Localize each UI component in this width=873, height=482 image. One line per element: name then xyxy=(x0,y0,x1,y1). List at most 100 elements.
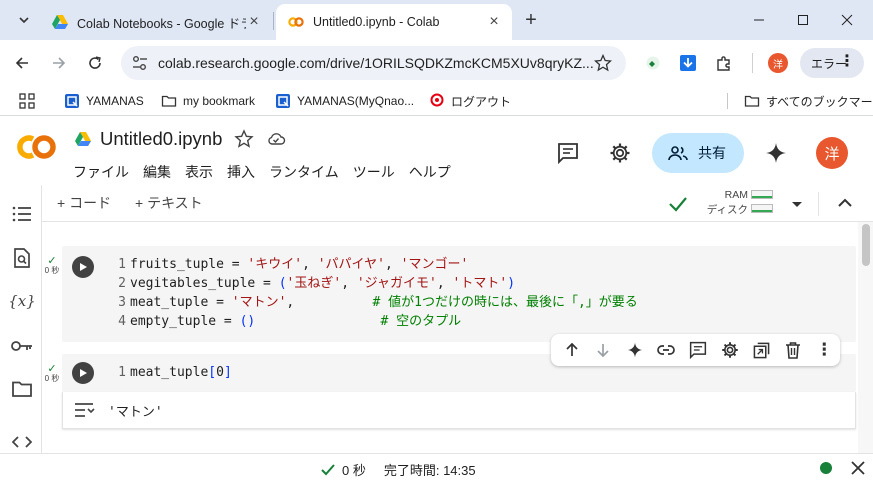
maximize-window-button[interactable] xyxy=(791,8,815,32)
code-editor[interactable]: 1 fruits_tuple = 'キウイ', 'パパイヤ', 'マンゴー' 2 ve… xyxy=(112,255,638,331)
cell-exec-time: 0 秒 xyxy=(44,374,60,383)
menu-help[interactable]: ヘルプ xyxy=(409,162,451,182)
more-vert-icon[interactable]: ⋮ xyxy=(839,54,855,70)
more-actions-button[interactable]: ⋮ xyxy=(809,336,841,364)
share-button[interactable]: 共有 xyxy=(652,133,744,173)
bookmark-label: YAMANAS(MyQnao... xyxy=(297,94,415,108)
comments-button[interactable] xyxy=(556,141,580,165)
minimize-window-button[interactable] xyxy=(747,8,771,32)
files-button[interactable] xyxy=(11,378,33,400)
cell-settings-button[interactable] xyxy=(714,336,746,364)
address-bar[interactable]: colab.research.google.com/drive/1ORILSQD… xyxy=(121,46,626,80)
code-editor[interactable]: 1 meat_tuple[0] xyxy=(112,363,232,382)
download-icon[interactable] xyxy=(677,52,699,74)
tab-search-button[interactable] xyxy=(13,9,35,31)
add-comment-button[interactable] xyxy=(682,336,714,364)
user-avatar[interactable]: 洋 xyxy=(816,137,848,169)
move-cell-up-button[interactable] xyxy=(556,336,588,364)
menu-insert[interactable]: 挿入 xyxy=(227,162,255,182)
close-window-button[interactable] xyxy=(835,8,859,32)
execution-status[interactable]: 0 秒 完了時間: 14:35 xyxy=(320,460,476,479)
tab-colab-notebooks[interactable]: Colab Notebooks - Google ドラ × xyxy=(40,4,272,40)
bookmark-my-bookmark[interactable]: my bookmark xyxy=(161,92,255,110)
comment-icon xyxy=(689,341,707,359)
apps-button[interactable] xyxy=(19,92,35,110)
notebook-scrollbar[interactable] xyxy=(858,222,873,453)
menu-bar: ファイル 編集 表示 挿入 ランタイム ツール ヘルプ xyxy=(73,162,465,182)
cloud-saved-icon[interactable] xyxy=(266,129,286,149)
gemini-button[interactable] xyxy=(764,141,788,165)
chevron-up-icon[interactable] xyxy=(834,192,856,214)
reload-button[interactable] xyxy=(82,50,108,76)
bookmark-yamanas-myqnao[interactable]: YAMANAS(MyQnao... xyxy=(275,92,414,110)
code-line[interactable]: 1 fruits_tuple = 'キウイ', 'パパイヤ', 'マンゴー' xyxy=(112,255,638,274)
code-text: fruits_tuple = 'キウイ', 'パパイヤ', 'マンゴー' xyxy=(130,257,469,272)
connection-status-dot[interactable] xyxy=(820,462,832,474)
code-text: empty_tuple = () # 空のタプル xyxy=(130,314,462,329)
bookmark-yamanas[interactable]: YAMANAS xyxy=(64,92,144,110)
forward-button[interactable] xyxy=(46,50,72,76)
menu-edit[interactable]: 編集 xyxy=(143,162,171,182)
error-button[interactable]: エラー ⋮ xyxy=(800,48,864,78)
disk-label: ディスク xyxy=(706,204,748,216)
run-cell-button[interactable] xyxy=(72,362,94,384)
variables-icon[interactable]: {x} xyxy=(8,290,36,312)
menu-tools[interactable]: ツール xyxy=(353,162,395,182)
profile-avatar[interactable]: 洋 xyxy=(768,53,788,73)
code-line[interactable]: 3 meat_tuple = 'マトン', # 値が1つだけの時には、最後に「,」… xyxy=(112,293,638,312)
bookmark-label: YAMANAS xyxy=(86,94,144,108)
all-bookmarks-button[interactable]: すべてのブックマーク xyxy=(744,92,873,110)
code-line[interactable]: 4 empty_tuple = () # 空のタプル xyxy=(112,312,638,331)
menu-runtime[interactable]: ランタイム xyxy=(269,162,339,182)
code-line[interactable]: 2 vegitables_tuple = ('玉ねぎ', 'ジャガイモ', 'トマ… xyxy=(112,274,638,293)
notebook-title[interactable]: Untitled0.ipynb xyxy=(100,128,222,150)
site-settings-icon[interactable] xyxy=(131,54,149,72)
bookmark-star-icon[interactable] xyxy=(594,54,612,72)
connected-check-icon[interactable] xyxy=(667,193,689,215)
delete-cell-button[interactable] xyxy=(777,336,809,364)
bookmarks-separator xyxy=(727,93,728,109)
tab-untitled0[interactable]: Untitled0.ipynb - Colab × xyxy=(276,4,512,40)
runtime-dropdown-icon[interactable] xyxy=(787,194,807,214)
gemini-cell-button[interactable] xyxy=(619,336,651,364)
output-actions-icon[interactable] xyxy=(73,400,97,420)
add-code-button[interactable]: + コード xyxy=(57,193,111,213)
resource-bars[interactable] xyxy=(751,190,773,218)
extensions-puzzle-icon[interactable] xyxy=(713,52,735,74)
code-line[interactable]: 1 meat_tuple[0] xyxy=(112,363,232,382)
code-snippets-button[interactable] xyxy=(11,431,33,453)
line-number: 3 xyxy=(118,295,126,310)
resource-labels[interactable]: RAM ディスク xyxy=(704,188,748,218)
back-button[interactable] xyxy=(9,50,35,76)
status-bar: 0 秒 完了時間: 14:35 xyxy=(0,453,873,482)
scrollbar-thumb[interactable] xyxy=(862,224,870,266)
extension-green-icon[interactable] xyxy=(642,52,664,74)
secrets-button[interactable] xyxy=(11,335,33,357)
add-text-button[interactable]: + テキスト xyxy=(135,193,203,213)
code-cell-1[interactable]: 1 fruits_tuple = 'キウイ', 'パパイヤ', 'マンゴー' 2 ve… xyxy=(62,246,856,342)
completed-time: 完了時間: 14:35 xyxy=(383,463,476,478)
settings-button[interactable] xyxy=(608,141,632,165)
new-tab-button[interactable]: + xyxy=(520,9,542,31)
close-icon[interactable] xyxy=(849,459,867,477)
run-cell-button[interactable] xyxy=(72,256,94,278)
toc-button[interactable] xyxy=(11,203,33,225)
colab-logo[interactable] xyxy=(14,133,58,161)
star-icon[interactable] xyxy=(234,129,255,149)
close-tab-icon[interactable]: × xyxy=(246,14,262,30)
copy-link-button[interactable] xyxy=(651,336,683,364)
open-in-tab-button[interactable] xyxy=(745,336,777,364)
arrow-down-icon xyxy=(597,344,609,358)
bookmark-logout[interactable]: ログアウト xyxy=(429,92,511,110)
code-text: meat_tuple[0] xyxy=(130,365,232,380)
play-icon xyxy=(80,369,87,377)
people-icon xyxy=(668,146,688,161)
menu-view[interactable]: 表示 xyxy=(185,162,213,182)
close-tab-icon[interactable]: × xyxy=(486,14,502,30)
move-cell-down-button[interactable] xyxy=(588,336,620,364)
folder-icon xyxy=(744,95,760,107)
link-icon xyxy=(657,345,676,355)
menu-file[interactable]: ファイル xyxy=(73,162,129,182)
find-button[interactable] xyxy=(11,247,33,269)
google-drive-icon[interactable] xyxy=(74,131,92,147)
